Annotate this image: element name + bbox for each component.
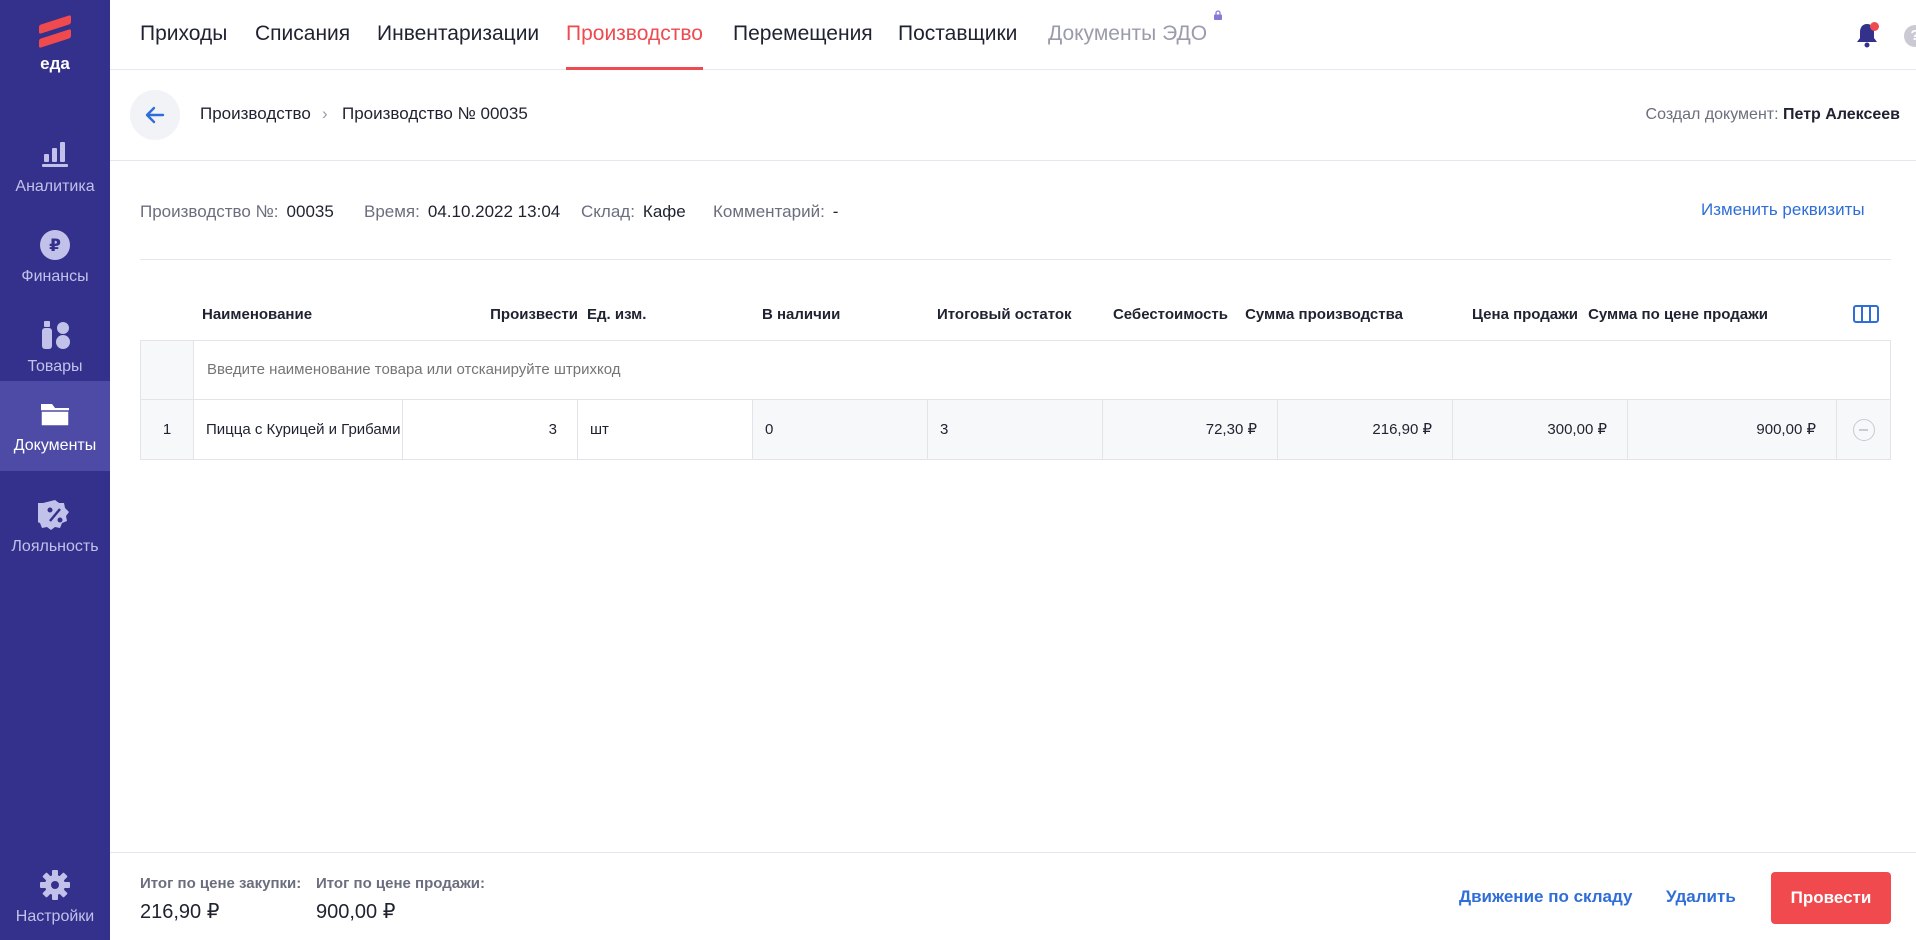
logo[interactable]: еда bbox=[0, 14, 110, 74]
column-header[interactable]: Цена продажи bbox=[1440, 306, 1578, 323]
requisite-label: Склад: bbox=[581, 202, 635, 221]
notification-dot bbox=[1870, 22, 1879, 31]
sidebar-item-label: Товары bbox=[27, 358, 83, 375]
requisite-value: 04.10.2022 13:04 bbox=[427, 202, 561, 221]
breadcrumb-production[interactable]: Производство bbox=[200, 104, 311, 124]
requisite-value: Кафе bbox=[642, 202, 686, 221]
folder-icon bbox=[38, 397, 72, 431]
stock-movement-link[interactable]: Движение по складу bbox=[1459, 887, 1632, 907]
columns-settings-icon[interactable] bbox=[1853, 305, 1879, 323]
product-search-row bbox=[140, 340, 1891, 400]
column-header[interactable]: Итоговый остаток bbox=[937, 306, 1072, 323]
row-index: 1 bbox=[141, 400, 194, 459]
gear-icon bbox=[38, 868, 72, 902]
tab-receipts[interactable]: Приходы bbox=[140, 22, 227, 70]
in-stock-cell: 0 bbox=[753, 400, 928, 459]
top-navigation: Приходы Списания Инвентаризации Производ… bbox=[110, 0, 1916, 70]
tab-edo-documents[interactable]: Документы ЭДО bbox=[1048, 10, 1223, 70]
column-header[interactable]: Сумма по цене продажи bbox=[1580, 306, 1768, 323]
logo-text: еда bbox=[40, 54, 70, 73]
sale-sum-cell: 900,00 ₽ bbox=[1628, 400, 1837, 459]
bar-chart-icon bbox=[38, 138, 72, 172]
divider bbox=[140, 259, 1891, 260]
sidebar-item-label: Документы bbox=[13, 437, 97, 454]
column-header[interactable]: Себестоимость bbox=[1100, 306, 1228, 323]
tab-transfers[interactable]: Перемещения bbox=[733, 22, 873, 70]
quantity-input[interactable]: 3 bbox=[403, 400, 578, 459]
requisite-time: Время: 04.10.2022 13:04 bbox=[364, 202, 560, 222]
requisite-value: - bbox=[832, 202, 839, 221]
table-row: 1 Пицца с Курицей и Грибами 3 шт 0 3 72,… bbox=[140, 400, 1891, 460]
remove-row-icon[interactable] bbox=[1853, 419, 1875, 441]
requisite-label: Время: bbox=[364, 202, 420, 221]
sidebar-item-loyalty[interactable]: Лояльность bbox=[0, 482, 110, 570]
purchase-total-value: 216,90 ₽ bbox=[140, 901, 220, 923]
document-creator: Создал документ: Петр Алексеев bbox=[1646, 106, 1900, 124]
column-header[interactable]: В наличии bbox=[762, 306, 840, 323]
arrow-left-icon bbox=[145, 106, 165, 124]
breadcrumb-current: Производство № 00035 bbox=[342, 104, 528, 123]
column-header[interactable]: Сумма производства bbox=[1240, 306, 1403, 323]
requisite-value: 00035 bbox=[286, 202, 334, 221]
sidebar-item-analytics[interactable]: Аналитика bbox=[0, 122, 110, 210]
creator-label: Создал документ: bbox=[1645, 106, 1779, 123]
lock-icon bbox=[1214, 10, 1223, 20]
tab-inventories[interactable]: Инвентаризации bbox=[377, 22, 539, 70]
purchase-total-label: Итог по цене закупки: bbox=[140, 875, 302, 892]
back-button[interactable] bbox=[130, 90, 180, 140]
sidebar: еда Аналитика ₽ Финансы Товары Документы… bbox=[0, 0, 110, 940]
sidebar-item-settings[interactable]: Настройки bbox=[0, 852, 110, 940]
production-sum-cell: 216,90 ₽ bbox=[1278, 400, 1453, 459]
delete-button[interactable]: Удалить bbox=[1666, 887, 1736, 907]
sidebar-item-documents[interactable]: Документы bbox=[0, 381, 110, 471]
requisite-number: Производство №: 00035 bbox=[140, 202, 334, 222]
price-cell: 300,00 ₽ bbox=[1453, 400, 1628, 459]
sidebar-item-label: Настройки bbox=[15, 908, 95, 925]
creator-name: Петр Алексеев bbox=[1783, 106, 1900, 123]
column-header[interactable]: Произвести bbox=[470, 306, 578, 323]
requisite-warehouse: Склад: Кафе bbox=[581, 202, 686, 222]
svg-text:₽: ₽ bbox=[49, 236, 61, 256]
product-name-cell[interactable]: Пицца с Курицей и Грибами bbox=[194, 400, 403, 459]
sale-total-label: Итог по цене продажи: bbox=[316, 875, 485, 892]
tab-suppliers[interactable]: Поставщики bbox=[898, 22, 1017, 70]
ruble-coin-icon: ₽ bbox=[38, 228, 72, 262]
unit-cell[interactable]: шт bbox=[578, 400, 753, 459]
sidebar-item-products[interactable]: Товары bbox=[0, 302, 110, 390]
final-stock-cell: 3 bbox=[928, 400, 1103, 459]
index-cell bbox=[141, 341, 194, 399]
footer-bar: Итог по цене закупки: 216,90 ₽ Итог по ц… bbox=[110, 852, 1916, 940]
cost-cell: 72,30 ₽ bbox=[1103, 400, 1278, 459]
sale-total-value: 900,00 ₽ bbox=[316, 901, 396, 923]
sidebar-item-label: Финансы bbox=[21, 268, 89, 285]
tab-production[interactable]: Производство bbox=[566, 22, 703, 70]
products-icon bbox=[38, 318, 72, 352]
sidebar-item-label: Аналитика bbox=[15, 178, 95, 195]
help-icon[interactable]: ? bbox=[1904, 25, 1916, 47]
logo-mark-icon bbox=[37, 14, 73, 49]
percent-badge-icon bbox=[33, 498, 72, 532]
column-header[interactable]: Наименование bbox=[202, 306, 312, 323]
submit-button[interactable]: Провести bbox=[1771, 872, 1891, 924]
document-header: Производство › Производство № 00035 Созд… bbox=[110, 70, 1916, 161]
edit-requisites-link[interactable]: Изменить реквизиты bbox=[1701, 200, 1865, 220]
requisite-label: Производство №: bbox=[140, 202, 279, 221]
tab-writeoffs[interactable]: Списания bbox=[255, 22, 350, 70]
tab-label: Документы ЭДО bbox=[1048, 22, 1208, 45]
column-header[interactable]: Ед. изм. bbox=[587, 306, 646, 323]
requisite-comment: Комментарий: - bbox=[713, 202, 838, 222]
product-search-input[interactable] bbox=[207, 361, 1107, 378]
chevron-right-icon: › bbox=[322, 104, 328, 123]
sidebar-item-finance[interactable]: ₽ Финансы bbox=[0, 212, 110, 300]
sidebar-item-label: Лояльность bbox=[11, 538, 99, 555]
requisite-label: Комментарий: bbox=[713, 202, 825, 221]
